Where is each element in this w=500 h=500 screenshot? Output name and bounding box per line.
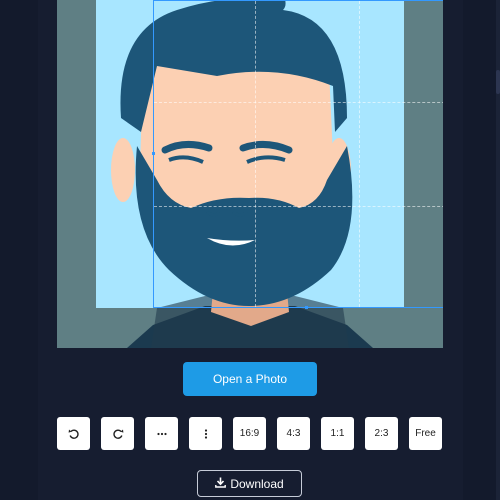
flip-vertical-button[interactable]	[189, 417, 222, 450]
flip-vertical-icon	[204, 428, 208, 439]
download-button[interactable]: Download	[197, 470, 302, 497]
flip-horizontal-icon	[156, 432, 167, 436]
page-scrollbar-thumb[interactable]	[496, 70, 500, 94]
rotate-right-button[interactable]	[101, 417, 134, 450]
rotate-left-button[interactable]	[57, 417, 90, 450]
crop-handle-bottom[interactable]	[305, 306, 308, 309]
crop-grid-line	[154, 102, 443, 103]
crop-grid-line	[359, 1, 360, 307]
rotate-left-icon	[68, 428, 80, 440]
image-canvas[interactable]	[57, 0, 443, 348]
ratio-free-button[interactable]: Free	[409, 417, 442, 450]
download-label: Download	[230, 476, 284, 491]
ratio-1-1-button[interactable]: 1:1	[321, 417, 354, 450]
rotate-right-icon	[112, 428, 124, 440]
ratio-2-3-button[interactable]: 2:3	[365, 417, 398, 450]
ratio-16-9-button[interactable]: 16:9	[233, 417, 266, 450]
ratio-4-3-button[interactable]: 4:3	[277, 417, 310, 450]
crop-handle-left[interactable]	[152, 152, 155, 155]
crop-grid-line	[255, 1, 256, 307]
crop-grid-line	[154, 206, 443, 207]
download-icon	[215, 477, 227, 491]
crop-box[interactable]	[152, 0, 443, 309]
open-photo-button[interactable]: Open a Photo	[183, 362, 317, 396]
flip-horizontal-button[interactable]	[145, 417, 178, 450]
page-scrollbar[interactable]	[496, 0, 500, 500]
